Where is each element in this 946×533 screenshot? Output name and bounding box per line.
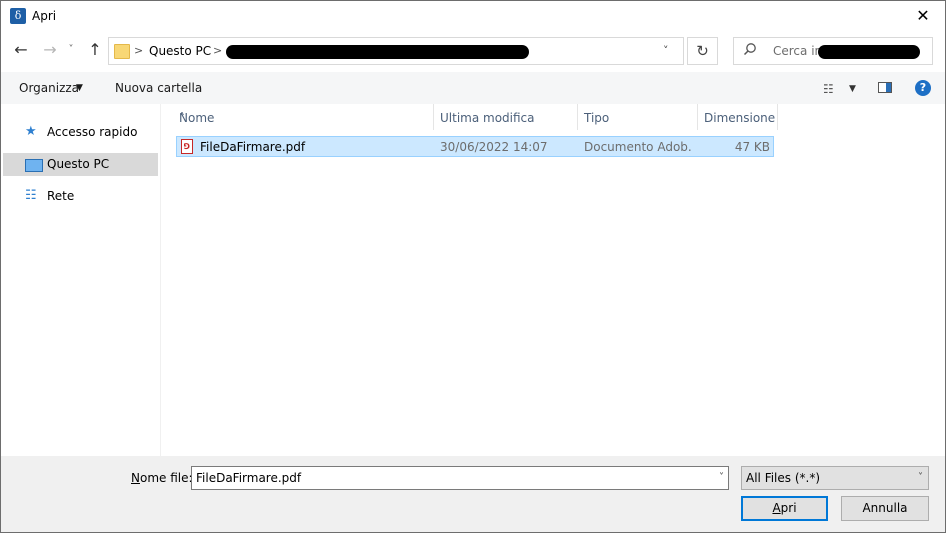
file-name: FileDaFirmare.pdf (200, 140, 306, 154)
star-icon: ★ (25, 124, 37, 139)
sidebar-item-label: Accesso rapido (47, 125, 138, 139)
file-modified: 30/06/2022 14:07 (440, 140, 548, 154)
file-row[interactable]: ⅁ FileDaFirmare.pdf 30/06/2022 14:07 Doc… (176, 136, 774, 157)
arrow-left-icon: ← (14, 40, 28, 59)
chevron-down-icon[interactable]: ▼ (76, 83, 83, 93)
sidebar-item-label: Questo PC (47, 157, 110, 171)
chevron-down-icon: ˅ (68, 44, 74, 55)
open-label-rest: pri (780, 501, 797, 515)
filename-label-accesskey: N (131, 471, 140, 485)
dialog-footer: Nome file: FileDaFirmare.pdf ˅ All Files… (1, 456, 945, 532)
file-type: Documento Adob... (584, 140, 692, 154)
back-button[interactable]: ← (11, 40, 31, 60)
chevron-down-icon[interactable]: ˅ (663, 44, 669, 57)
window-title: Apri (32, 9, 57, 23)
command-bar: Organizza ▼ Nuova cartella ☷ ▼ ? (1, 72, 945, 104)
network-icon: ☷ (25, 188, 37, 203)
arrow-up-icon: ↑ (88, 40, 102, 59)
arrow-right-icon: → (43, 40, 57, 59)
recent-locations-button[interactable]: ˅ (64, 40, 78, 60)
cancel-button[interactable]: Annulla (841, 496, 929, 521)
column-header-label: Dimensione (704, 111, 776, 125)
filename-value: FileDaFirmare.pdf (196, 471, 302, 485)
open-button[interactable]: Apri (741, 496, 828, 521)
view-options-icon[interactable]: ☷ (823, 82, 834, 96)
new-folder-button[interactable]: Nuova cartella (115, 81, 202, 95)
forward-button[interactable]: → (40, 40, 60, 60)
filter-value: All Files (*.*) (746, 471, 821, 485)
filename-label: Nome file: (131, 471, 193, 485)
file-type-filter-select[interactable]: All Files (*.*) ˅ (741, 466, 929, 490)
refresh-icon: ↻ (696, 42, 709, 60)
computer-icon (25, 159, 43, 172)
file-list: Nome ˄ Ultima modifica Tipo Dimensione ⅁… (161, 104, 945, 456)
help-icon[interactable]: ? (915, 80, 931, 96)
column-header-size[interactable]: Dimensione (698, 104, 778, 130)
column-header-label: Tipo (584, 111, 610, 125)
up-button[interactable]: ↑ (85, 40, 105, 60)
breadcrumb-this-pc[interactable]: Questo PC (149, 44, 211, 58)
search-placeholder: Cerca in (773, 44, 823, 58)
refresh-button[interactable]: ↻ (687, 37, 718, 65)
navigation-pane: ★ Accesso rapido Questo PC ☷ Rete (1, 104, 161, 456)
navigation-row: ← → ˅ ↑ > Questo PC > ˅ ↻ Cerca in (1, 32, 945, 70)
open-accesskey: A (772, 501, 781, 515)
preview-pane-icon[interactable] (878, 82, 892, 93)
sidebar-item-this-pc[interactable]: Questo PC (3, 153, 158, 176)
pdf-file-icon: ⅁ (181, 139, 193, 154)
redacted-search-location (818, 45, 920, 59)
chevron-down-icon[interactable]: ˅ (719, 472, 724, 483)
sidebar-item-network[interactable]: ☷ Rete (3, 185, 158, 208)
app-icon: δ (10, 8, 26, 24)
open-file-dialog: δ Apri ✕ ← → ˅ ↑ > Questo PC > ˅ ↻ Cerca… (0, 0, 946, 533)
column-header-modified[interactable]: Ultima modifica (434, 104, 578, 130)
column-header-type[interactable]: Tipo (578, 104, 698, 130)
close-button[interactable]: ✕ (901, 1, 945, 31)
redacted-path (226, 45, 529, 59)
folder-icon (114, 44, 130, 59)
organize-button[interactable]: Organizza (19, 81, 79, 95)
filename-label-rest: ome file: (139, 471, 193, 485)
sort-ascending-icon: ˄ (179, 111, 185, 125)
column-header-label: Ultima modifica (440, 111, 535, 125)
search-icon (743, 43, 756, 56)
sidebar-item-quick-access[interactable]: ★ Accesso rapido (3, 121, 158, 144)
column-header-name[interactable]: Nome ˄ (173, 104, 434, 130)
search-input[interactable]: Cerca in (733, 37, 933, 65)
chevron-down-icon: ˅ (918, 472, 923, 483)
breadcrumb-separator[interactable]: > (134, 44, 143, 57)
filename-input[interactable]: FileDaFirmare.pdf ˅ (191, 466, 729, 490)
title-bar: δ Apri ✕ (1, 1, 945, 31)
close-icon: ✕ (916, 6, 930, 25)
file-size: 47 KB (734, 140, 770, 154)
address-bar[interactable]: > Questo PC > ˅ (108, 37, 684, 65)
sidebar-item-label: Rete (47, 189, 75, 203)
chevron-down-icon[interactable]: ▼ (849, 84, 856, 94)
breadcrumb-separator[interactable]: > (213, 44, 222, 57)
